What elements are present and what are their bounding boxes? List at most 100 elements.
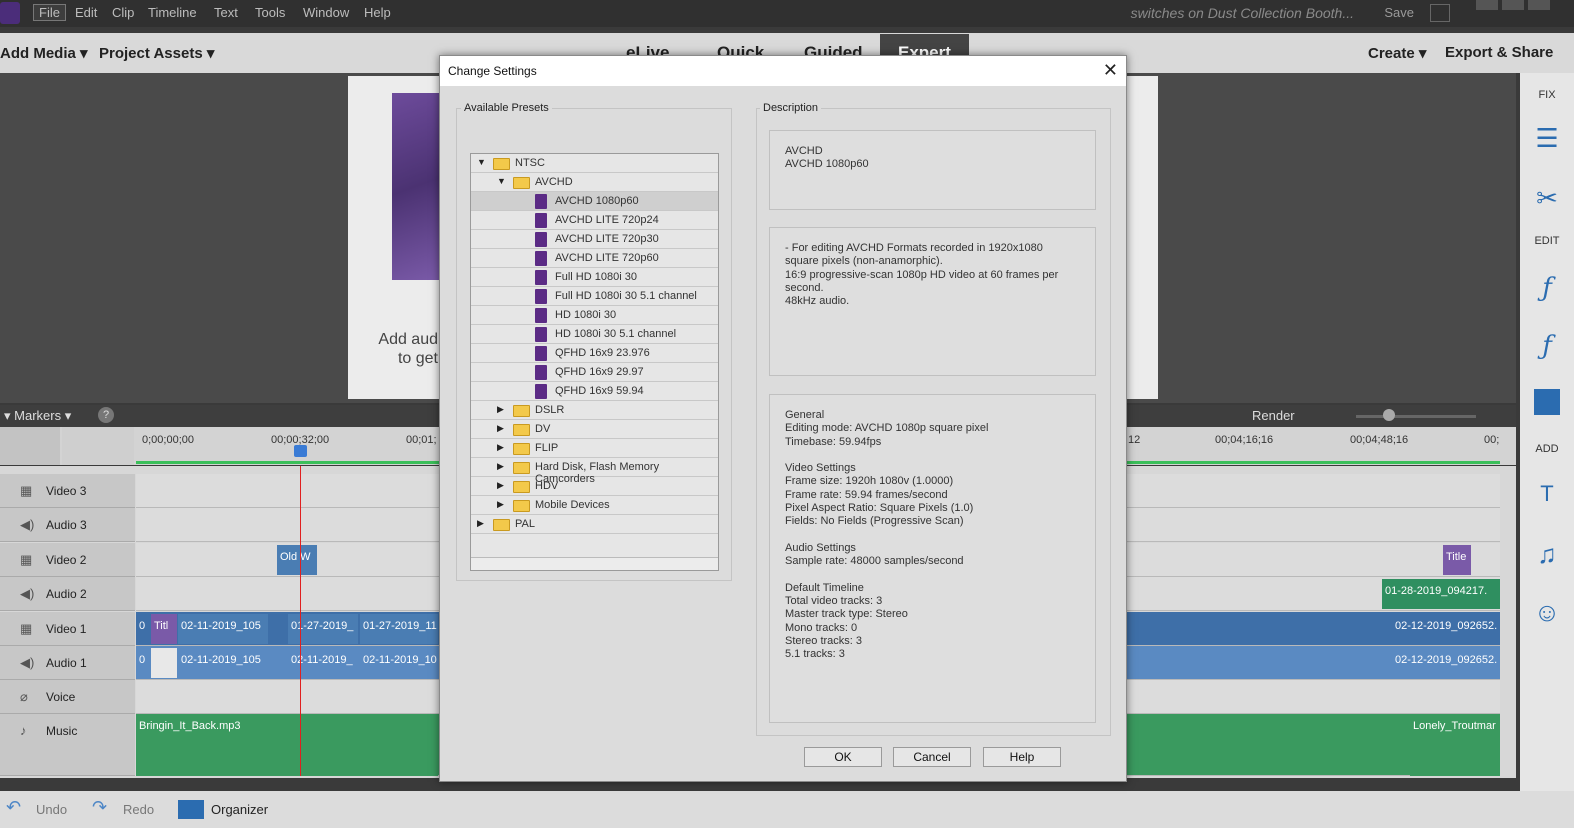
tree-item-label: PAL — [515, 518, 535, 530]
track-header-video-2[interactable]: ▦ Video 2 — [0, 543, 135, 577]
menu-timeline[interactable]: Timeline — [148, 5, 197, 20]
organizer-button[interactable]: Organizer — [211, 802, 268, 817]
menu-window[interactable]: Window — [303, 5, 349, 20]
track-options-icon[interactable] — [0, 427, 60, 465]
help-button[interactable]: Help — [983, 747, 1061, 767]
clip-audio-1[interactable]: 02-11-2019_ — [288, 648, 358, 678]
clip-audio-1[interactable]: 02-11-2019_105 — [178, 648, 268, 678]
track-header-music[interactable]: ♪ Music — [0, 714, 135, 776]
fx-edit-icon[interactable]: ƒ — [1532, 273, 1562, 303]
ok-button[interactable]: OK — [804, 747, 882, 767]
expand-icon[interactable]: ▶ — [497, 480, 504, 491]
expand-icon[interactable]: ▶ — [497, 442, 504, 453]
redo-button[interactable]: Redo — [123, 802, 154, 817]
export-share-button[interactable]: Export & Share — [1445, 44, 1553, 61]
expand-icon[interactable]: ▶ — [497, 499, 504, 510]
clip-audio-2[interactable]: 01-28-2019_094217. — [1382, 579, 1500, 609]
organizer-icon[interactable] — [178, 800, 204, 819]
expand-icon[interactable]: ▶ — [497, 404, 504, 415]
tree-preset[interactable]: QFHD 16x9 59.94 — [471, 382, 718, 401]
tree-preset[interactable]: Full HD 1080i 30 — [471, 268, 718, 287]
tree-preset[interactable]: Full HD 1080i 30 5.1 channel — [471, 287, 718, 306]
collapse-icon[interactable]: ▼ — [477, 157, 486, 167]
save-button[interactable]: Save — [1384, 5, 1414, 20]
menu-tools[interactable]: Tools — [255, 5, 285, 20]
presets-tree[interactable]: ▼ NTSC ▼ AVCHD AVCHD 1080p60 AVCHD LITE 720p2… — [470, 153, 719, 571]
tree-preset[interactable]: AVCHD 1080p60 — [471, 192, 718, 211]
window-icon[interactable] — [1430, 4, 1450, 22]
clip-old-w[interactable]: Old W — [277, 545, 317, 575]
menu-edit[interactable]: Edit — [75, 5, 97, 20]
zoom-slider[interactable] — [1356, 415, 1476, 418]
collapse-icon[interactable]: ▼ — [497, 176, 506, 186]
render-button[interactable]: Render — [1252, 408, 1295, 423]
menu-clip[interactable]: Clip — [112, 5, 134, 20]
adjust-icon[interactable]: ☰ — [1532, 123, 1562, 153]
minimize-icon[interactable] — [1476, 0, 1498, 10]
expand-icon[interactable]: ▶ — [497, 423, 504, 434]
zoom-slider-handle[interactable] — [1383, 409, 1395, 421]
cancel-button[interactable]: Cancel — [893, 747, 971, 767]
fx-icon[interactable]: ƒ — [1532, 331, 1562, 361]
tree-preset[interactable]: AVCHD LITE 720p30 — [471, 230, 718, 249]
tree-preset[interactable]: AVCHD LITE 720p24 — [471, 211, 718, 230]
expand-icon[interactable]: ▶ — [497, 461, 504, 472]
tree-preset[interactable]: AVCHD LITE 720p60 — [471, 249, 718, 268]
transitions-icon[interactable] — [1534, 389, 1560, 415]
clip-video-1[interactable]: 0 — [136, 614, 150, 644]
create-button[interactable]: Create ▾ — [1368, 44, 1426, 62]
tree-preset[interactable]: QFHD 16x9 29.97 — [471, 363, 718, 382]
add-media-button[interactable]: Add Media ▾ — [0, 44, 88, 62]
tree-folder[interactable]: ▶ FLIP — [471, 439, 718, 458]
audio-waveform-icon[interactable] — [62, 427, 134, 465]
clip-title[interactable]: Title — [1443, 545, 1471, 575]
tree-folder[interactable]: ▶ HDV — [471, 477, 718, 496]
tree-horizontal-scrollbar[interactable] — [471, 557, 718, 570]
track-header-audio-1[interactable]: ◀) Audio 1 — [0, 646, 135, 680]
maximize-icon[interactable] — [1502, 0, 1524, 10]
track-header-video-1[interactable]: ▦ Video 1 — [0, 612, 135, 646]
project-assets-button[interactable]: Project Assets ▾ — [99, 44, 214, 62]
undo-icon[interactable]: ↶ — [6, 797, 21, 818]
music-icon[interactable]: ♫ — [1532, 539, 1562, 569]
tree-folder[interactable]: ▶ Mobile Devices — [471, 496, 718, 515]
tree-preset[interactable]: QFHD 16x9 23.976 — [471, 344, 718, 363]
tree-preset[interactable]: HD 1080i 30 5.1 channel — [471, 325, 718, 344]
clip-audio-1[interactable]: 0 — [136, 648, 150, 678]
tree-folder[interactable]: ▼ NTSC — [471, 154, 718, 173]
clip-video-1[interactable]: 02-12-2019_092652. — [1392, 614, 1500, 644]
redo-icon[interactable]: ↷ — [92, 797, 107, 818]
menu-file[interactable]: File — [33, 4, 66, 21]
close-window-icon[interactable] — [1528, 0, 1550, 10]
tree-preset[interactable]: HD 1080i 30 — [471, 306, 718, 325]
close-icon[interactable]: ✕ — [1103, 60, 1118, 81]
undo-button[interactable]: Undo — [36, 802, 67, 817]
menu-help[interactable]: Help — [364, 5, 391, 20]
tree-folder[interactable]: ▼ AVCHD — [471, 173, 718, 192]
clip-audio-1[interactable]: 02-12-2019_092652. — [1392, 648, 1500, 678]
help-icon[interactable]: ? — [98, 407, 114, 423]
expand-icon[interactable]: ▶ — [477, 518, 484, 529]
tools-icon[interactable]: ✂ — [1532, 183, 1562, 213]
tree-folder[interactable]: ▶ PAL — [471, 515, 718, 534]
tree-folder[interactable]: ▶ Hard Disk, Flash Memory Camcorders — [471, 458, 718, 485]
clip-video-1[interactable]: 01-27-2019_11 — [360, 614, 438, 644]
clip-video-1[interactable]: 01-27-2019_ — [288, 614, 358, 644]
tree-folder[interactable]: ▶ DV — [471, 420, 718, 439]
track-header-audio-3[interactable]: ◀) Audio 3 — [0, 508, 135, 542]
track-header-video-3[interactable]: ▦ Video 3 — [0, 474, 135, 508]
clip-video-1[interactable]: Titl — [151, 614, 177, 644]
track-header-audio-2[interactable]: ◀) Audio 2 — [0, 577, 135, 611]
playhead-handle[interactable] — [294, 445, 307, 457]
track-header-voice[interactable]: ⌀ Voice — [0, 680, 135, 714]
tree-folder[interactable]: ▶ DSLR — [471, 401, 718, 420]
clip-audio-1[interactable]: 02-11-2019_10 — [360, 648, 438, 678]
menu-text[interactable]: Text — [214, 5, 238, 20]
clip-video-1[interactable]: 02-11-2019_105 — [178, 614, 268, 644]
title-icon[interactable]: T — [1532, 479, 1562, 509]
folder-icon — [513, 443, 530, 455]
clip-music[interactable]: Bringin_It_Back.mp3 — [136, 714, 438, 776]
graphics-icon[interactable]: ☺ — [1532, 597, 1562, 627]
clip-music[interactable]: Lonely_Troutmar — [1410, 714, 1500, 776]
markers-dropdown[interactable]: ▾ Markers ▾ — [4, 408, 71, 424]
